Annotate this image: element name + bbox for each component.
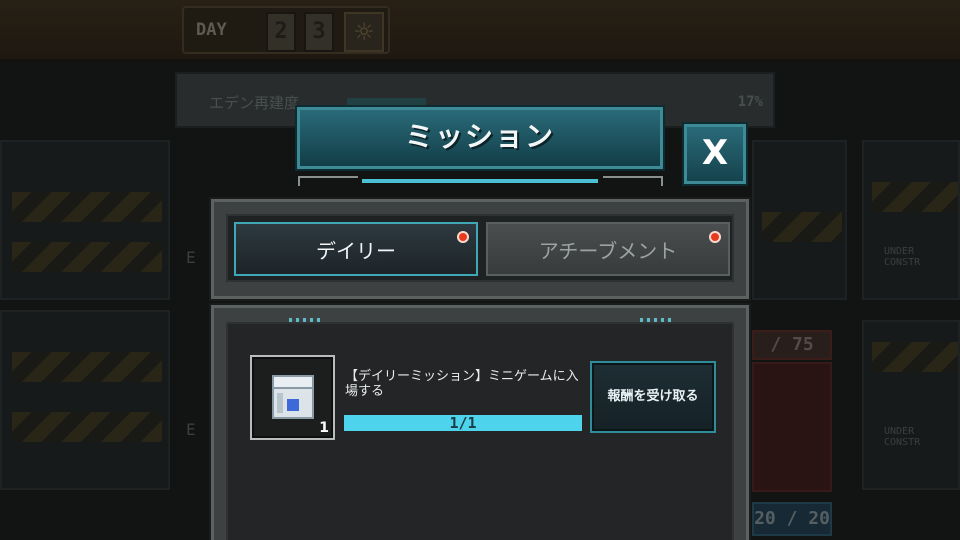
notification-dot-icon	[457, 231, 469, 243]
notification-dot-icon	[709, 231, 721, 243]
mission-item: 1 【デイリーミッション】ミニゲームに入場する 1/1 報酬を受け取る	[250, 355, 718, 440]
tab-achievement[interactable]: アチーブメント	[486, 222, 730, 276]
claim-reward-button[interactable]: 報酬を受け取る	[590, 361, 716, 433]
mission-title-banner: ミッション	[297, 107, 663, 169]
close-button[interactable]: X	[684, 124, 746, 184]
panel-led-left	[289, 318, 321, 322]
mission-progress-text: 1/1	[449, 414, 477, 432]
tab-bar: デイリー アチーブメント	[226, 214, 734, 282]
tab-panel: デイリー アチーブメント	[211, 199, 749, 299]
banner-rail-right	[603, 176, 663, 186]
title-underline	[362, 179, 598, 183]
crate-icon	[272, 375, 314, 419]
tab-achievement-label: アチーブメント	[538, 239, 678, 263]
reward-count: 1	[319, 420, 329, 436]
banner-rail-left	[298, 176, 358, 186]
tab-daily[interactable]: デイリー	[234, 222, 478, 276]
mission-progress-bar: 1/1	[344, 415, 582, 431]
panel-led-right	[640, 318, 672, 322]
tab-daily-label: デイリー	[316, 239, 396, 263]
reward-slot: 1	[250, 355, 335, 440]
dialog-title: ミッション	[404, 120, 555, 153]
mission-title: 【デイリーミッション】ミニゲームに入場する	[345, 369, 579, 399]
